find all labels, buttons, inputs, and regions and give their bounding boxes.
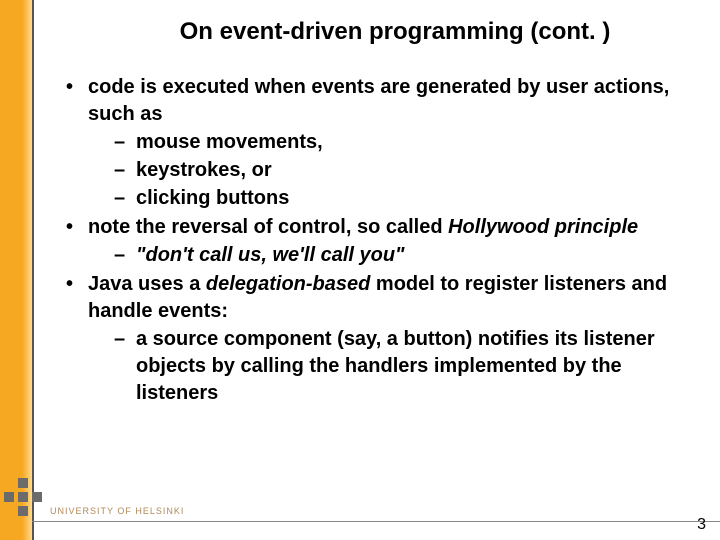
bullet-item: Java uses a delegation-based model to re…	[60, 271, 700, 407]
sub-list: a source component (say, a button) notif…	[88, 326, 700, 407]
university-name: UNIVERSITY OF HELSINKI	[50, 506, 184, 516]
university-logo	[4, 478, 44, 522]
sub-item: clicking buttons	[88, 185, 700, 212]
slide-content: On event-driven programming (cont. ) cod…	[60, 18, 700, 409]
slide-title: On event-driven programming (cont. )	[90, 18, 700, 46]
bullet-list: code is executed when events are generat…	[60, 74, 700, 407]
bullet-item: note the reversal of control, so called …	[60, 214, 700, 269]
sub-item: a source component (say, a button) notif…	[88, 326, 700, 407]
sub-item: "don't call us, we'll call you"	[88, 242, 700, 269]
page-number: 3	[697, 516, 706, 534]
sub-list: "don't call us, we'll call you"	[88, 242, 700, 269]
sub-list: mouse movements, keystrokes, or clicking…	[88, 129, 700, 212]
bullet-text: Java uses a delegation-based model to re…	[88, 273, 667, 322]
footer-divider	[32, 521, 720, 522]
bullet-text: code is executed when events are generat…	[88, 76, 669, 125]
sidebar-accent	[0, 0, 32, 540]
bullet-text: note the reversal of control, so called …	[88, 216, 638, 238]
bullet-item: code is executed when events are generat…	[60, 74, 700, 212]
sub-item: mouse movements,	[88, 129, 700, 156]
sub-item: keystrokes, or	[88, 157, 700, 184]
sidebar-divider	[32, 0, 34, 540]
